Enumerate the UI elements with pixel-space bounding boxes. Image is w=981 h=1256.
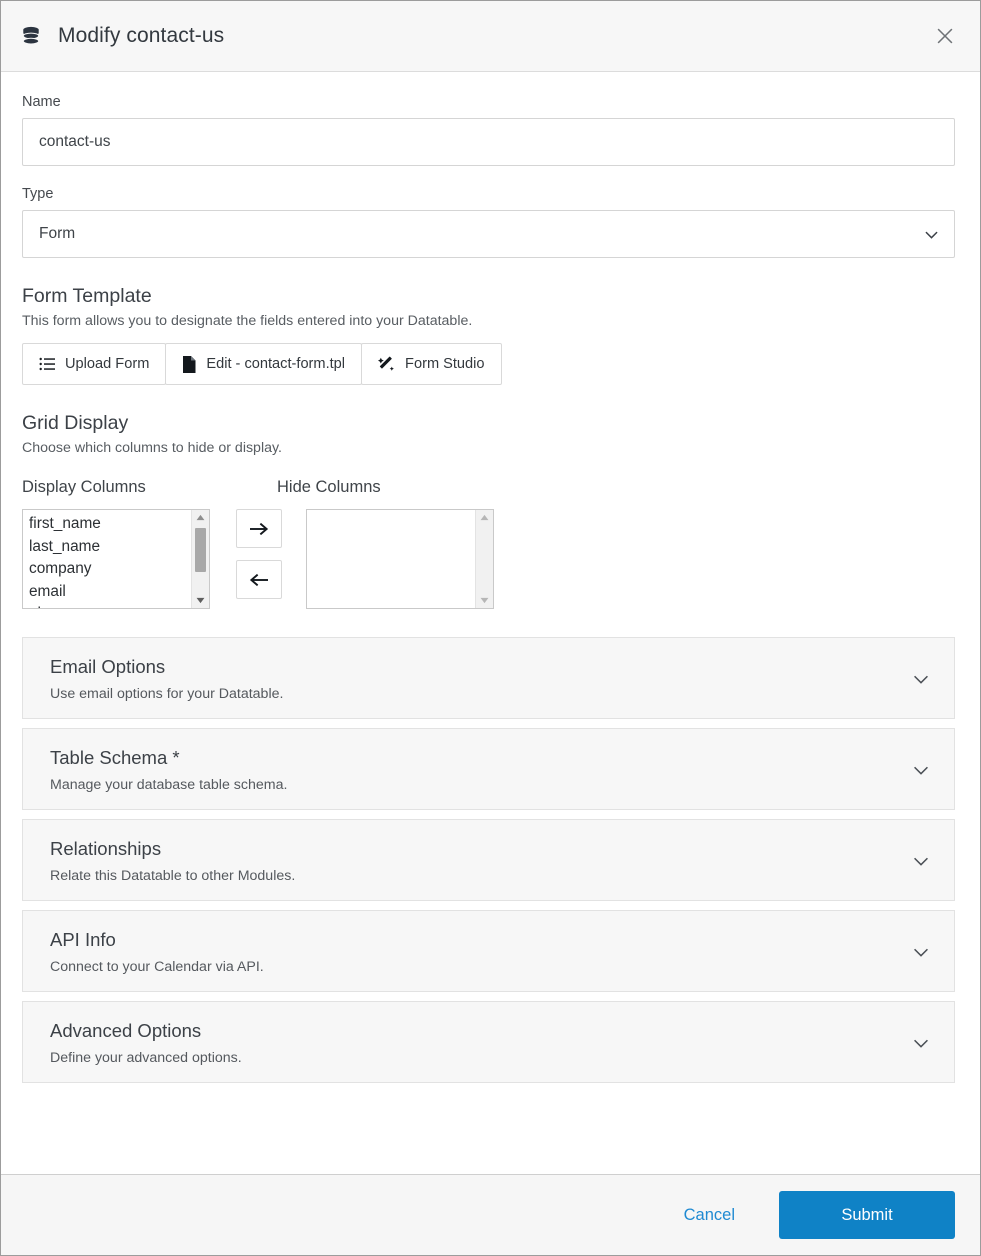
display-columns-scrollbar[interactable] bbox=[191, 510, 209, 608]
list-item[interactable]: company bbox=[29, 558, 191, 581]
modify-datatable-modal: Modify contact-us Name Type Form Form Te… bbox=[0, 0, 981, 1256]
panel-texts: API Info Connect to your Calendar via AP… bbox=[50, 929, 898, 975]
columns-transfer: first_name last_name company email phone bbox=[22, 509, 955, 609]
name-label: Name bbox=[22, 94, 61, 110]
form-template-title: Form Template bbox=[22, 285, 152, 307]
type-select-wrap: Form bbox=[22, 210, 955, 258]
panel-description: Define your advanced options. bbox=[50, 1049, 242, 1066]
panel-texts: Advanced Options Define your advanced op… bbox=[50, 1020, 898, 1066]
panel-relationships[interactable]: Relationships Relate this Datatable to o… bbox=[22, 819, 955, 901]
database-icon bbox=[18, 23, 44, 49]
panel-advanced-options[interactable]: Advanced Options Define your advanced op… bbox=[22, 1001, 955, 1083]
move-right-button[interactable] bbox=[236, 509, 282, 548]
panel-texts: Email Options Use email options for your… bbox=[50, 656, 898, 702]
panel-title: Relationships bbox=[50, 837, 162, 859]
modal-footer: Cancel Submit bbox=[1, 1174, 980, 1255]
chevron-down-icon[interactable] bbox=[898, 850, 932, 872]
list-item[interactable]: first_name bbox=[29, 513, 191, 536]
modal-title: Modify contact-us bbox=[58, 24, 225, 47]
panel-texts: Relationships Relate this Datatable to o… bbox=[50, 838, 898, 884]
chevron-down-icon[interactable] bbox=[898, 759, 932, 781]
hide-columns-scrollbar[interactable] bbox=[475, 510, 493, 608]
name-input[interactable] bbox=[22, 118, 955, 166]
list-icon bbox=[39, 356, 55, 372]
display-columns-items: first_name last_name company email phone bbox=[23, 510, 191, 608]
panel-description: Use email options for your Datatable. bbox=[50, 685, 284, 702]
panel-api-info[interactable]: API Info Connect to your Calendar via AP… bbox=[22, 910, 955, 992]
upload-form-button[interactable]: Upload Form bbox=[22, 343, 167, 385]
list-item[interactable]: email bbox=[29, 581, 191, 604]
grid-display-title: Grid Display bbox=[22, 412, 129, 434]
type-select[interactable]: Form bbox=[22, 210, 955, 258]
form-template-description: This form allows you to designate the fi… bbox=[22, 313, 473, 329]
magic-wand-icon bbox=[378, 356, 395, 373]
scroll-down-icon[interactable] bbox=[480, 593, 489, 608]
type-select-value: Form bbox=[39, 225, 76, 242]
transfer-buttons bbox=[236, 509, 282, 599]
type-label: Type bbox=[22, 186, 54, 202]
panel-title: API Info bbox=[50, 928, 116, 950]
display-columns-label: Display Columns bbox=[22, 478, 146, 496]
hide-columns-items bbox=[307, 510, 475, 608]
columns-headers: Display Columns Hide Columns bbox=[22, 478, 955, 497]
accordion-panels: Email Options Use email options for your… bbox=[22, 637, 955, 1083]
file-icon bbox=[182, 355, 196, 373]
panel-title: Email Options bbox=[50, 655, 166, 677]
move-left-button[interactable] bbox=[236, 560, 282, 599]
panel-title: Advanced Options bbox=[50, 1019, 202, 1041]
panel-description: Manage your database table schema. bbox=[50, 776, 288, 793]
scroll-down-icon[interactable] bbox=[196, 593, 205, 608]
chevron-down-icon[interactable] bbox=[898, 1032, 932, 1054]
edit-template-button[interactable]: Edit - contact-form.tpl bbox=[165, 343, 363, 385]
edit-template-label: Edit - contact-form.tpl bbox=[206, 356, 346, 372]
chevron-down-icon[interactable] bbox=[898, 668, 932, 690]
chevron-down-icon[interactable] bbox=[898, 941, 932, 963]
form-studio-button[interactable]: Form Studio bbox=[361, 343, 502, 385]
hide-columns-listbox[interactable] bbox=[306, 509, 494, 609]
cancel-button[interactable]: Cancel bbox=[684, 1206, 735, 1225]
form-studio-label: Form Studio bbox=[405, 356, 485, 372]
form-template-buttons: Upload Form Edit - contact-form.tpl Form… bbox=[22, 343, 955, 385]
scroll-up-icon[interactable] bbox=[480, 510, 489, 525]
panel-title: Table Schema * bbox=[50, 746, 180, 768]
scroll-up-icon[interactable] bbox=[196, 510, 205, 525]
panel-email-options[interactable]: Email Options Use email options for your… bbox=[22, 637, 955, 719]
grid-display-description: Choose which columns to hide or display. bbox=[22, 440, 282, 456]
panel-description: Relate this Datatable to other Modules. bbox=[50, 867, 296, 884]
panel-description: Connect to your Calendar via API. bbox=[50, 958, 264, 975]
hide-columns-label: Hide Columns bbox=[277, 478, 381, 496]
display-columns-listbox[interactable]: first_name last_name company email phone bbox=[22, 509, 210, 609]
scrollbar-thumb[interactable] bbox=[195, 528, 206, 572]
submit-button[interactable]: Submit bbox=[779, 1191, 955, 1239]
upload-form-label: Upload Form bbox=[65, 356, 150, 372]
modal-body: Name Type Form Form Template This form a… bbox=[1, 72, 980, 1174]
close-icon[interactable] bbox=[928, 19, 962, 53]
panel-table-schema[interactable]: Table Schema * Manage your database tabl… bbox=[22, 728, 955, 810]
panel-texts: Table Schema * Manage your database tabl… bbox=[50, 747, 898, 793]
list-item[interactable]: phone bbox=[29, 603, 191, 608]
list-item[interactable]: last_name bbox=[29, 536, 191, 559]
modal-header: Modify contact-us bbox=[1, 1, 980, 72]
